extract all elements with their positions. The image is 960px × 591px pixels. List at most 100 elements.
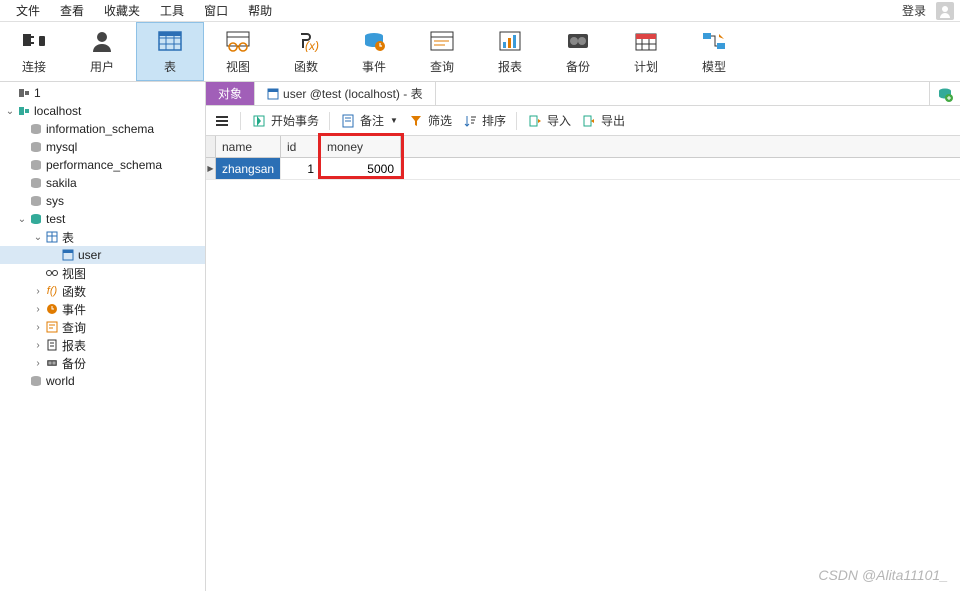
sort-button[interactable]: 排序 <box>462 112 506 129</box>
tree-functions-node[interactable]: ›f()函数 <box>0 282 205 300</box>
tree-db-world[interactable]: world <box>0 372 205 390</box>
tree-events-node[interactable]: ›事件 <box>0 300 205 318</box>
funnel-icon <box>408 113 424 129</box>
cell-name[interactable]: zhangsan <box>216 158 281 179</box>
tree-root[interactable]: 1 <box>0 84 205 102</box>
functions-icon: f() <box>44 284 60 298</box>
menu-help[interactable]: 帮助 <box>238 0 282 21</box>
tree-db-mysql[interactable]: mysql <box>0 138 205 156</box>
grid-header: name id money <box>206 136 960 158</box>
table-row[interactable]: zhangsan 1 5000 <box>206 158 960 180</box>
connection-icon <box>16 86 32 100</box>
menu-file[interactable]: 文件 <box>6 0 50 21</box>
menu-toggle-button[interactable] <box>214 113 230 129</box>
tree-queries-node[interactable]: ›查询 <box>0 318 205 336</box>
tab-strip: 对象 user @test (localhost) - 表 <box>206 82 960 106</box>
column-header-name[interactable]: name <box>216 136 281 157</box>
avatar-icon[interactable] <box>936 2 954 20</box>
new-tab-button[interactable] <box>930 82 960 105</box>
tree-reports-node[interactable]: ›报表 <box>0 336 205 354</box>
queries-icon <box>44 320 60 334</box>
content-area: 对象 user @test (localhost) - 表 开始事务 备注▼ 筛… <box>206 82 960 591</box>
login-link[interactable]: 登录 <box>896 0 932 21</box>
database-icon <box>28 158 44 172</box>
tab-user-data[interactable]: user @test (localhost) - 表 <box>255 82 436 105</box>
cell-id[interactable]: 1 <box>281 158 321 179</box>
schedule-button[interactable]: 计划 <box>612 22 680 81</box>
note-icon <box>340 113 356 129</box>
import-icon <box>527 113 543 129</box>
function-label: 函数 <box>294 58 318 75</box>
tab-objects[interactable]: 对象 <box>206 82 255 105</box>
sort-icon <box>462 113 478 129</box>
reports-icon <box>44 338 60 352</box>
tree-db-sakila[interactable]: sakila <box>0 174 205 192</box>
column-header-money[interactable]: money <box>321 136 401 157</box>
tree-backups-node[interactable]: ›备份 <box>0 354 205 372</box>
query-button[interactable]: 查询 <box>408 22 476 81</box>
report-button[interactable]: 报表 <box>476 22 544 81</box>
add-tab-icon <box>937 86 953 102</box>
main-toolbar: 连接 用户 表 视图 (x) 函数 事件 查询 报表 备份 计划 模型 <box>0 22 960 82</box>
user-button[interactable]: 用户 <box>68 22 136 81</box>
backup-icon <box>562 28 594 54</box>
tree-views-node[interactable]: 视图 <box>0 264 205 282</box>
table-button[interactable]: 表 <box>136 22 204 81</box>
tree-db-sys[interactable]: sys <box>0 192 205 210</box>
query-icon <box>426 28 458 54</box>
watermark-text: CSDN @Alita11101_ <box>818 567 948 583</box>
menu-window[interactable]: 窗口 <box>194 0 238 21</box>
view-button[interactable]: 视图 <box>204 22 272 81</box>
tree-db-test[interactable]: ⌄test <box>0 210 205 228</box>
event-button[interactable]: 事件 <box>340 22 408 81</box>
menu-favorites[interactable]: 收藏夹 <box>94 0 150 21</box>
backup-button[interactable]: 备份 <box>544 22 612 81</box>
view-label: 视图 <box>226 58 250 75</box>
report-label: 报表 <box>498 58 522 75</box>
tree-db-performance-schema[interactable]: performance_schema <box>0 156 205 174</box>
model-icon <box>698 28 730 54</box>
function-button[interactable]: (x) 函数 <box>272 22 340 81</box>
tree-db-information-schema[interactable]: information_schema <box>0 120 205 138</box>
data-toolbar: 开始事务 备注▼ 筛选 排序 导入 导出 <box>206 106 960 136</box>
import-button[interactable]: 导入 <box>527 112 571 129</box>
event-label: 事件 <box>362 58 386 75</box>
tree-tables-node[interactable]: ⌄表 <box>0 228 205 246</box>
server-icon <box>16 104 32 118</box>
cell-money[interactable]: 5000 <box>321 158 401 179</box>
user-icon <box>86 28 118 54</box>
note-button[interactable]: 备注▼ <box>340 112 398 129</box>
menu-tools[interactable]: 工具 <box>150 0 194 21</box>
dropdown-arrow-icon: ▼ <box>390 116 398 125</box>
user-label: 用户 <box>90 58 114 75</box>
schedule-label: 计划 <box>634 58 658 75</box>
function-icon: (x) <box>290 28 322 54</box>
column-header-id[interactable]: id <box>281 136 321 157</box>
export-button[interactable]: 导出 <box>581 112 625 129</box>
menu-view[interactable]: 查看 <box>50 0 94 21</box>
data-grid: name id money zhangsan 1 5000 <box>206 136 960 180</box>
database-icon <box>28 194 44 208</box>
begin-transaction-button[interactable]: 开始事务 <box>251 112 319 129</box>
model-button[interactable]: 模型 <box>680 22 748 81</box>
row-indicator-icon <box>206 158 216 179</box>
connection-tree: 1 ⌄localhost information_schema mysql pe… <box>0 82 206 591</box>
connection-label: 连接 <box>22 58 46 75</box>
table-tab-icon <box>267 88 279 100</box>
database-icon <box>28 122 44 136</box>
events-icon <box>44 302 60 316</box>
query-label: 查询 <box>430 58 454 75</box>
svg-text:(x): (x) <box>305 39 319 52</box>
report-icon <box>494 28 526 54</box>
export-icon <box>581 113 597 129</box>
tree-conn-localhost[interactable]: ⌄localhost <box>0 102 205 120</box>
backups-icon <box>44 356 60 370</box>
database-open-icon <box>28 212 44 226</box>
connection-button[interactable]: 连接 <box>0 22 68 81</box>
event-icon <box>358 28 390 54</box>
filter-button[interactable]: 筛选 <box>408 112 452 129</box>
tree-table-user[interactable]: user <box>0 246 205 264</box>
database-icon <box>28 374 44 388</box>
database-icon <box>28 176 44 190</box>
plug-icon <box>18 28 50 54</box>
